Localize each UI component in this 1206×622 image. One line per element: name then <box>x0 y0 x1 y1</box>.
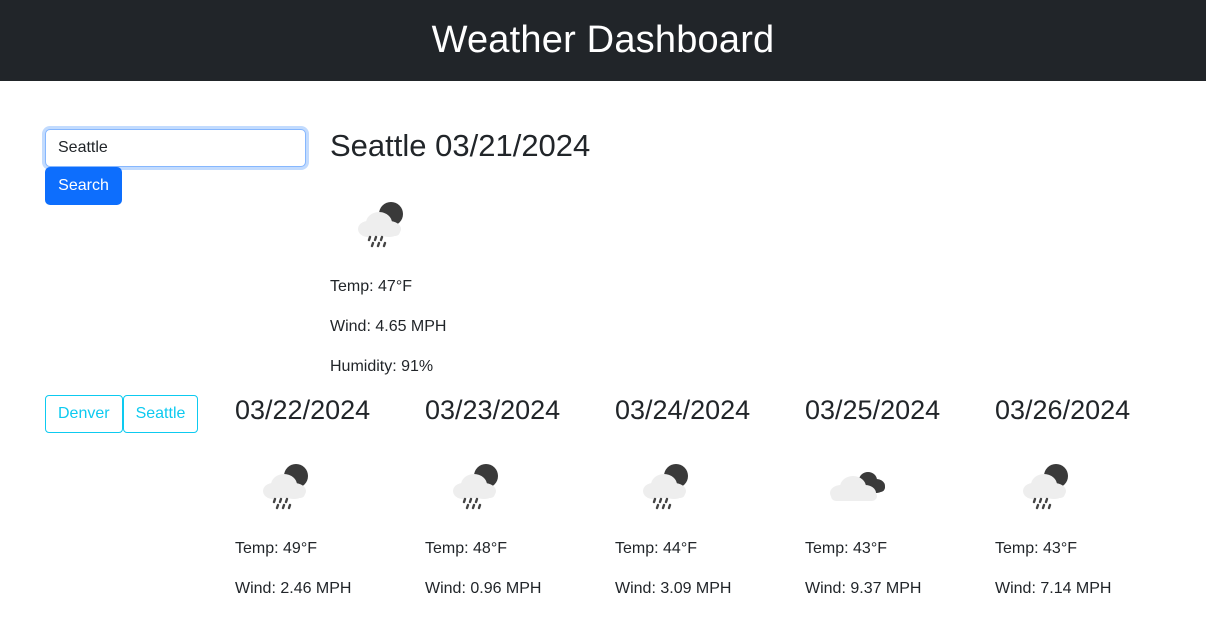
forecast-temp: Temp: 48°F <box>425 540 507 557</box>
current-temp: Temp: 47°F <box>330 278 412 295</box>
history-button-seattle[interactable]: Seattle <box>122 395 199 433</box>
forecast-temp: Temp: 43°F <box>995 540 1077 557</box>
forecast-wind: Wind: 3.09 MPH <box>615 580 732 597</box>
forecast-wind: Wind: 9.37 MPH <box>805 580 922 597</box>
search-history: Denver Seattle <box>45 395 199 433</box>
forecast-temp: Temp: 49°F <box>235 540 317 557</box>
forecast-date: 03/22/2024 <box>235 395 371 425</box>
broken-clouds-icon <box>823 453 891 521</box>
rain-night-icon <box>253 453 321 521</box>
forecast-wind: Wind: 0.96 MPH <box>425 580 542 597</box>
forecast-date: 03/26/2024 <box>995 395 1131 425</box>
rain-night-icon <box>1013 453 1081 521</box>
rain-night-icon <box>633 453 701 521</box>
city-search-input[interactable] <box>45 129 306 167</box>
forecast-wind: Wind: 2.46 MPH <box>235 580 352 597</box>
current-weather-title: Seattle 03/21/2024 <box>330 128 591 163</box>
forecast-temp: Temp: 43°F <box>805 540 887 557</box>
app-header: Weather Dashboard <box>0 0 1206 81</box>
current-humidity: Humidity: 91% <box>330 358 434 375</box>
history-button-denver[interactable]: Denver <box>45 395 123 433</box>
rain-night-icon <box>443 453 511 521</box>
forecast-date: 03/24/2024 <box>615 395 751 425</box>
forecast-wind: Wind: 7.14 MPH <box>995 580 1112 597</box>
forecast-temp: Temp: 44°F <box>615 540 697 557</box>
app-title: Weather Dashboard <box>431 19 775 61</box>
rain-night-icon <box>348 191 416 259</box>
forecast-date: 03/23/2024 <box>425 395 561 425</box>
current-wind: Wind: 4.65 MPH <box>330 318 447 335</box>
forecast-date: 03/25/2024 <box>805 395 941 425</box>
search-button[interactable]: Search <box>45 167 122 205</box>
